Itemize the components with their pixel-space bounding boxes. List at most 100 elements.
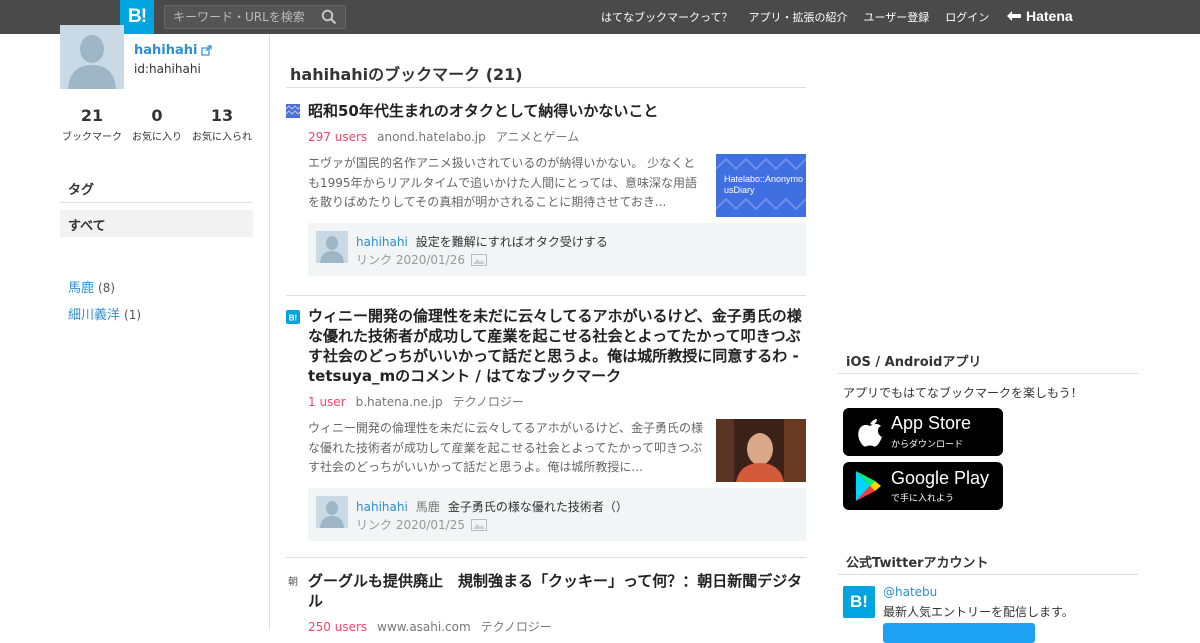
stat-bookmarks[interactable]: 21 ブックマーク [60,106,124,143]
stat-number: 21 [80,106,104,125]
entry-title[interactable]: ウィニー開発の倫理性を未だに云々してるアホがいるけど、金子勇氏の様な優れた技術者… [308,306,806,386]
stat-label: お気に入り [132,132,182,143]
google-play-button[interactable]: Google Play で手に入れよう [843,462,1003,510]
comment-user[interactable]: hahihahi [356,235,408,249]
comment-date-line: リンク 2020/01/26 [356,251,487,268]
hatena-brand-link[interactable]: Hatena [1006,8,1073,24]
comment-line: hahihahi 設定を難解にすればオタク受けする [356,233,608,250]
comment-tag[interactable]: 馬鹿 [416,500,440,514]
hatena-brand-text: Hatena [1026,8,1073,24]
entry-category[interactable]: テクノロジー [481,620,552,634]
comment-date[interactable]: リンク 2020/01/26 [356,251,465,268]
twitter-description: 最新人気エントリーを配信します。 [883,605,1074,619]
stat-number: 0 [151,106,163,125]
tag-count: (1) [124,308,142,322]
twitter-follow-button[interactable] [883,623,1035,643]
tag-all[interactable]: すべて [60,210,253,237]
tags-heading: タグ [68,183,95,198]
entry-thumbnail[interactable] [716,419,806,482]
hatena-mark-icon [1007,11,1021,21]
thumbnail-caption: Hatelabo::AnonymousDiary [724,174,804,195]
divider [60,202,253,203]
entry-title[interactable]: 昭和50年代生まれのオタクとして納得いかないこと [308,101,806,121]
hatena-bookmark-favicon-icon: B! [286,310,300,324]
apple-icon [858,419,882,447]
profile-username-text[interactable]: hahihahi [134,43,197,58]
anond-favicon-icon [286,104,300,118]
app-store-button[interactable]: App Store からダウンロード [843,408,1003,456]
google-play-sublabel: で手に入れよう [891,494,955,504]
stat-label: お気に入られ [192,132,252,143]
entry-users[interactable]: 1 user [308,395,346,409]
entry-meta: 297 users anond.hatelabo.jp アニメとゲーム [308,128,579,145]
search-icon[interactable] [321,9,337,25]
hatebu-twitter-avatar[interactable]: B! [843,586,875,618]
profile-stats: 21 ブックマーク 0 お気に入り 13 お気に入られ [60,106,254,143]
google-play-label: Google Play [891,468,990,488]
app-section-text: アプリでもはてなブックマークを楽しもう！ [843,386,1083,400]
entry-users[interactable]: 250 users [308,620,367,634]
thumbnail-photo [716,419,806,482]
comment-avatar[interactable] [316,496,348,528]
nav-apps[interactable]: アプリ・拡張の紹介 [748,9,847,25]
comment-date-line: リンク 2020/01/25 [356,516,487,533]
entry-domain[interactable]: anond.hatelabo.jp [377,130,486,144]
divider [286,557,806,558]
divider [838,373,1138,374]
twitter-handle[interactable]: @hatebu [883,585,937,599]
svg-text:B!: B! [289,314,297,323]
divider [838,574,1138,575]
nav-register[interactable]: ユーザー登録 [863,9,929,25]
tag-name[interactable]: 細川義洋 [68,308,120,323]
comment-line: hahihahi 馬鹿 金子勇氏の様な優れた技術者（） [356,498,628,515]
app-section-heading: iOS / Androidアプリ [846,355,982,370]
nav-about[interactable]: はてなブックマークって？ [601,9,732,25]
tag-item[interactable]: 馬鹿 (8) [68,277,115,296]
comment-date[interactable]: リンク 2020/01/25 [356,516,465,533]
stat-favorites[interactable]: 0 お気に入り [125,106,189,143]
entry-thumbnail[interactable]: Hatelabo::AnonymousDiary [716,154,806,217]
tag-item[interactable]: 細川義洋 (1) [68,304,141,323]
profile-username[interactable]: hahihahi [134,43,213,58]
page-title: hahihahiのブックマーク (21) [290,65,523,84]
entry-description: エヴァが国民的名作アニメ扱いされているのが納得いかない。 少なくとも1995年か… [308,156,697,209]
image-share-icon[interactable] [470,253,487,266]
tag-count: (8) [98,281,116,295]
nav-login[interactable]: ログイン [945,9,989,25]
default-avatar-icon [316,496,348,528]
comment-text: 設定を難解にすればオタク受けする [415,235,608,249]
svg-text:朝: 朝 [288,576,298,588]
avatar[interactable] [60,25,124,89]
twitter-section-heading: 公式Twitterアカウント [846,556,989,571]
external-link-icon[interactable] [201,45,213,56]
header-nav: はてなブックマークって？ アプリ・拡張の紹介 ユーザー登録 ログイン [601,0,1005,34]
divider [286,295,806,296]
global-header: B! はてなブックマークって？ アプリ・拡張の紹介 ユーザー登録 ログイン Ha… [0,0,1200,34]
comment-text: 金子勇氏の様な優れた技術者（） [447,500,628,514]
comment-avatar[interactable] [316,231,348,263]
entry-category[interactable]: アニメとゲーム [496,130,579,144]
stat-number: 13 [210,106,234,125]
entry-users[interactable]: 297 users [308,130,367,144]
entry-meta: 250 users www.asahi.com テクノロジー [308,618,552,635]
comment-user[interactable]: hahihahi [356,500,408,514]
hatena-bookmark-logo[interactable]: B! [120,0,154,34]
stat-favorited-by[interactable]: 13 お気に入られ [190,106,254,143]
tag-name[interactable]: 馬鹿 [68,281,94,296]
image-share-icon[interactable] [470,518,487,531]
user-comment: hahihahi 設定を難解にすればオタク受けする リンク 2020/01/26 [308,223,806,276]
user-comment: hahihahi 馬鹿 金子勇氏の様な優れた技術者（） リンク 2020/01/25 [308,488,806,541]
entry-domain[interactable]: www.asahi.com [377,620,471,634]
entry-meta: 1 user b.hatena.ne.jp テクノロジー [308,393,524,410]
google-play-icon [856,471,881,501]
default-avatar-icon [316,231,348,263]
search-box[interactable] [164,5,346,29]
profile-id: id:hahihahi [134,62,201,76]
default-avatar-icon [60,25,124,89]
entry-domain[interactable]: b.hatena.ne.jp [356,395,443,409]
search-input[interactable] [165,6,315,28]
bookmark-entry: 朝 グーグルも提供廃止 規制強まる「クッキー」って何？：朝日新聞デジタル 250… [286,571,806,634]
entry-title[interactable]: グーグルも提供廃止 規制強まる「クッキー」って何？：朝日新聞デジタル [308,571,806,611]
bookmark-entry: 昭和50年代生まれのオタクとして納得いかないこと 297 users anond.… [286,101,806,281]
entry-category[interactable]: テクノロジー [453,395,524,409]
